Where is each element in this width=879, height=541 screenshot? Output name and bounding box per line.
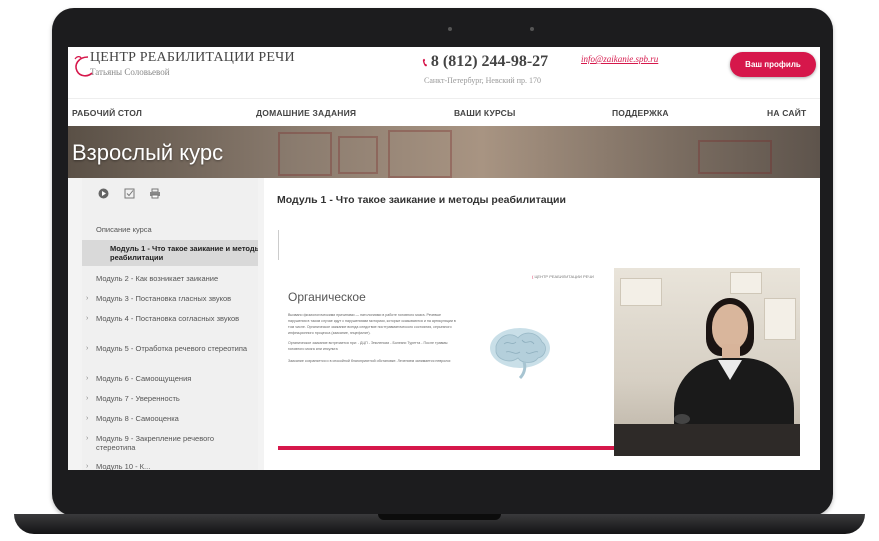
sidebar-item-label: Модуль 5 - Отработка речевого стереотипа	[96, 344, 248, 353]
sidebar-item-module-1[interactable]: Модуль 1 - Что такое заикание и методы р…	[82, 240, 258, 266]
slide-logo-text: ЦЕНТР РЕАБИЛИТАЦИИ РЕЧИ	[534, 274, 594, 279]
background-frame	[764, 298, 796, 340]
browser-screen: ЦЕНТР РЕАБИЛИТАЦИИ РЕЧИ Татьяны Соловьев…	[68, 47, 820, 470]
site-header: ЦЕНТР РЕАБИЛИТАЦИИ РЕЧИ Татьяны Соловьев…	[68, 47, 820, 97]
chevron-right-icon: ›	[86, 435, 89, 442]
sidebar-item-label: Модуль 4 - Постановка согласных звуков	[96, 314, 240, 323]
slide-title: Органическое	[288, 290, 366, 304]
phone-icon: 📞︎	[423, 57, 427, 69]
sidebar-item-label: Модуль 10 - К...	[96, 462, 151, 470]
sidebar-item-label: Модуль 1 - Что такое заикание и методы р…	[110, 244, 258, 262]
profile-button[interactable]: Ваш профиль	[730, 52, 816, 77]
chevron-right-icon: ›	[86, 345, 89, 352]
slide-accent-bar	[278, 446, 614, 450]
speaker-video	[614, 268, 800, 456]
video-slide: ( ЦЕНТР РЕАБИЛИТАЦИИ РЕЧИ Органическое В…	[278, 268, 614, 456]
module-title: Модуль 1 - Что такое заикание и методы р…	[277, 194, 566, 206]
chevron-right-icon: ›	[86, 295, 89, 302]
phone-text: 8 (812) 244-98-27	[430, 53, 549, 70]
camera-dot-icon	[530, 27, 534, 31]
brain-illustration-icon	[490, 328, 550, 380]
logo-title[interactable]: ЦЕНТР РЕАБИЛИТАЦИИ РЕЧИ	[90, 50, 295, 66]
desk	[614, 424, 800, 456]
chevron-right-icon: ›	[86, 315, 89, 322]
sidebar-item-label: Модуль 8 - Самооценка	[96, 414, 179, 423]
chevron-right-icon: ›	[86, 375, 89, 382]
background-frame	[730, 272, 762, 294]
course-sidebar: Описание курса Модуль 1 - Что такое заик…	[82, 178, 258, 470]
sidebar-toolbar	[82, 186, 258, 204]
content-area: Описание курса Модуль 1 - Что такое заик…	[68, 178, 820, 470]
page-title: Взрослый курс	[72, 140, 224, 165]
camera-dot-icon	[448, 27, 452, 31]
chevron-right-icon: ›	[86, 415, 89, 422]
slide-paragraph: Заикание сохраняется и в спокойной благо…	[288, 359, 452, 363]
sidebar-item-label: Описание курса	[96, 225, 152, 234]
sidebar-item-label: Модуль 3 - Постановка гласных звуков	[96, 294, 232, 303]
email-link[interactable]: info@zaikanie.spb.ru	[581, 54, 658, 64]
logo-subtitle: Татьяны Соловьевой	[90, 67, 170, 77]
banner-decor	[338, 136, 378, 174]
slide-paragraph: Органическое заикание встречается при: -…	[288, 341, 448, 351]
nav-item-courses[interactable]: ВАШИ КУРСЫ	[454, 108, 515, 118]
lesson-panel: Модуль 1 - Что такое заикание и методы р…	[264, 178, 820, 470]
main-nav: РАБОЧИЙ СТОЛ ДОМАШНИЕ ЗАДАНИЯ ВАШИ КУРСЫ…	[68, 98, 820, 127]
laptop-notch	[378, 514, 501, 520]
sidebar-item-label: Модуль 6 - Самоощущения	[96, 374, 192, 383]
banner-decor	[388, 130, 452, 178]
nav-item-site[interactable]: НА САЙТ	[767, 108, 806, 118]
video-player[interactable]: ( ЦЕНТР РЕАБИЛИТАЦИИ РЕЧИ Органическое В…	[278, 268, 800, 456]
nav-item-homework[interactable]: ДОМАШНИЕ ЗАДАНИЯ	[256, 108, 356, 118]
phone-number[interactable]: 📞︎ 8 (812) 244-98-27	[423, 53, 548, 71]
mouse-device	[674, 414, 690, 424]
banner-decor	[698, 140, 772, 174]
chevron-right-icon: ›	[86, 395, 89, 402]
slide-logo: ( ЦЕНТР РЕАБИЛИТАЦИИ РЕЧИ	[532, 274, 594, 279]
course-banner: Взрослый курс	[68, 126, 820, 178]
sidebar-item-label: Модуль 9 - Закрепление речевого стереоти…	[96, 434, 215, 452]
nav-item-support[interactable]: ПОДДЕРЖКА	[612, 108, 669, 118]
print-icon[interactable]	[148, 186, 162, 200]
play-icon[interactable]	[96, 186, 110, 200]
slide-paragraph: Вызвано физиологическими причинами — пат…	[288, 313, 456, 335]
banner-decor	[278, 132, 332, 176]
sidebar-item-label: Модуль 2 - Как возникает заикание	[96, 274, 219, 283]
slide-text: Вызвано физиологическими причинами — пат…	[288, 312, 458, 364]
background-frame	[620, 278, 662, 306]
nav-item-desktop[interactable]: РАБОЧИЙ СТОЛ	[72, 108, 142, 118]
sidebar-item-label: Модуль 7 - Уверенность	[96, 394, 180, 403]
checklist-icon[interactable]	[122, 186, 136, 200]
address-text: Санкт-Петербург, Невский пр. 170	[424, 76, 541, 85]
chevron-right-icon: ›	[86, 463, 89, 470]
divider	[278, 230, 279, 260]
